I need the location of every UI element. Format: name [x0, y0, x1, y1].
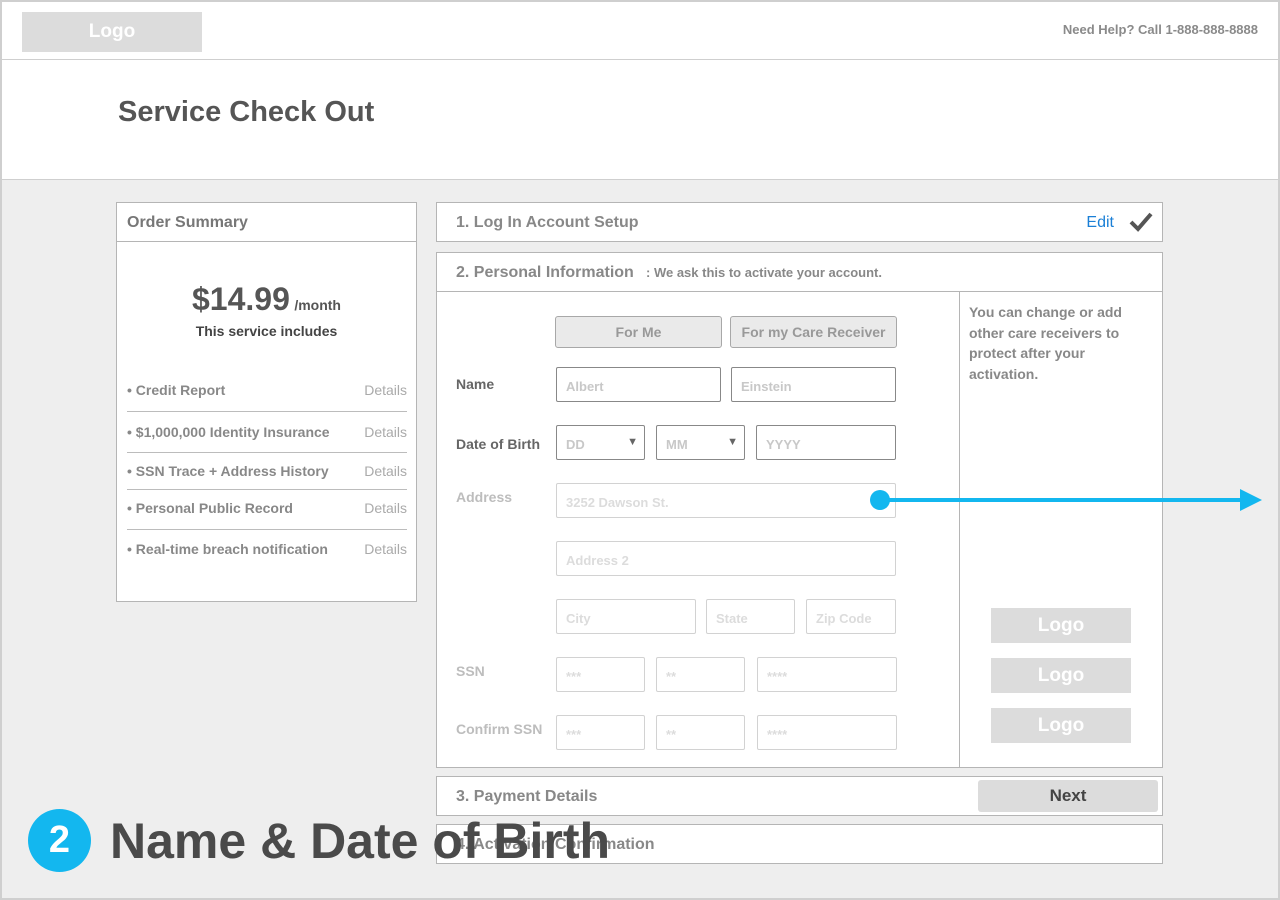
dropdown-arrow-icon: ▼ [627, 436, 638, 448]
last-name-input[interactable]: Einstein [731, 367, 896, 402]
dob-year-input[interactable]: YYYY [756, 425, 896, 460]
dob-day-select[interactable]: DD ▼ [556, 425, 645, 460]
includes-label: This service includes [195, 323, 338, 339]
next-button[interactable]: Next [978, 780, 1158, 812]
address2-input[interactable]: Address 2 [556, 541, 896, 576]
confirm-ssn-part3-input[interactable]: **** [757, 715, 897, 750]
details-link[interactable]: Details [364, 463, 407, 479]
partner-logo: Logo [991, 608, 1131, 643]
first-name-input[interactable]: Albert [556, 367, 721, 402]
callout-dot-icon [870, 490, 890, 510]
edit-link[interactable]: Edit [1086, 214, 1114, 232]
city-input[interactable]: City [556, 599, 696, 634]
details-link[interactable]: Details [364, 382, 407, 398]
partner-logo: Logo [991, 658, 1131, 693]
step-label: 3. Payment Details [456, 788, 598, 805]
dropdown-arrow-icon: ▼ [727, 436, 738, 448]
title-band: Service Check Out [0, 60, 1280, 180]
name-label: Name [456, 376, 495, 392]
list-item: • Credit Report Details [127, 370, 407, 410]
list-item: • Personal Public Record Details [127, 488, 407, 528]
logo[interactable]: Logo [22, 12, 202, 52]
confirm-ssn-label: Confirm SSN [456, 721, 543, 737]
step-label: 1. Log In Account Setup [456, 214, 639, 231]
price-amount: $14.99 [192, 281, 290, 317]
price: $14.99 /month [117, 281, 416, 318]
callout-arrow-icon [1240, 489, 1262, 511]
ssn-label: SSN [456, 663, 485, 679]
help-phone: Need Help? Call 1-888-888-8888 [1062, 22, 1258, 37]
care-receiver-note: You can change or add other care receive… [969, 304, 1122, 382]
confirm-ssn-part1-input[interactable]: *** [556, 715, 645, 750]
address-input[interactable]: 3252 Dawson St. [556, 483, 896, 518]
state-input[interactable]: State [706, 599, 795, 634]
callout-line [880, 498, 1242, 502]
partner-logo: Logo [991, 708, 1131, 743]
feature-name: • $1,000,000 Identity Insurance [127, 424, 330, 440]
order-summary: Order Summary $14.99 /month This service… [116, 202, 417, 602]
list-item: • Real-time breach notification Details [127, 529, 407, 569]
step-note: : We ask this to activate your account. [646, 265, 882, 280]
checkmark-icon [1129, 212, 1153, 232]
feature-name: • Credit Report [127, 382, 226, 398]
details-link[interactable]: Details [364, 424, 407, 440]
step-label: 2. Personal Information [456, 264, 634, 281]
annotation-title: Name & Date of Birth [110, 813, 611, 869]
details-link[interactable]: Details [364, 541, 407, 557]
top-bar: Logo Need Help? Call 1-888-888-8888 [0, 0, 1280, 60]
feature-name: • Personal Public Record [127, 500, 293, 516]
step-login-account-setup[interactable]: 1. Log In Account Setup Edit [436, 202, 1163, 242]
address-label: Address [456, 489, 513, 505]
for-me-button[interactable]: For Me [555, 316, 722, 348]
list-item: • $1,000,000 Identity Insurance Details [127, 412, 407, 452]
dob-month-select[interactable]: MM ▼ [656, 425, 745, 460]
ssn-part1-input[interactable]: *** [556, 657, 645, 692]
list-item: • SSN Trace + Address History Details [127, 451, 407, 491]
step-number-badge: 2 [28, 809, 91, 872]
dob-label: Date of Birth [456, 436, 540, 452]
confirm-ssn-part2-input[interactable]: ** [656, 715, 745, 750]
zip-input[interactable]: Zip Code [806, 599, 896, 634]
feature-name: • SSN Trace + Address History [127, 463, 329, 479]
divider [959, 291, 960, 767]
ssn-part2-input[interactable]: ** [656, 657, 745, 692]
order-summary-heading: Order Summary [117, 203, 416, 242]
for-care-receiver-button[interactable]: For my Care Receiver [730, 316, 897, 348]
page-title: Service Check Out [118, 96, 375, 128]
feature-name: • Real-time breach notification [127, 541, 328, 557]
ssn-part3-input[interactable]: **** [757, 657, 897, 692]
details-link[interactable]: Details [364, 500, 407, 516]
divider [436, 291, 1163, 292]
price-period: /month [294, 297, 341, 313]
